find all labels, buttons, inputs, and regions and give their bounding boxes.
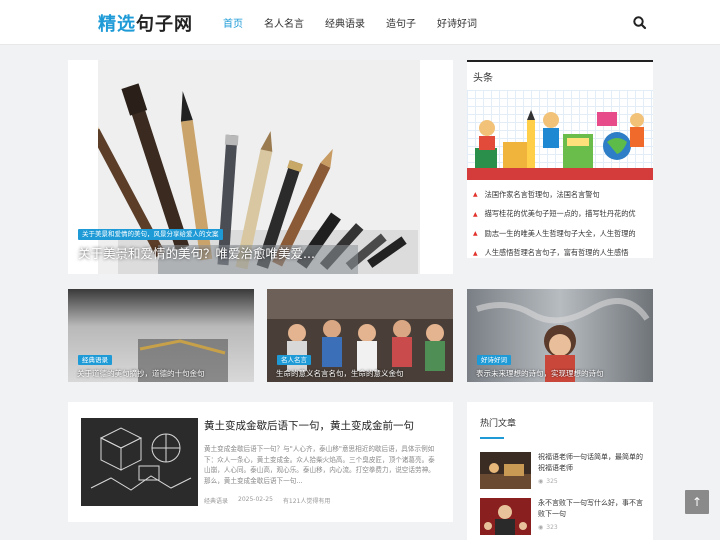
bullet-icon: ▲ bbox=[473, 191, 478, 199]
card-title[interactable]: 生命的意义名言名句，生命的意义金句 bbox=[276, 368, 404, 379]
hot-article-title[interactable]: 祝福语老师一句话简单，最简单的祝福语老师 bbox=[538, 452, 646, 474]
list-item-label: 描写桂花的优美句子短一点的，描写牡丹花的优 bbox=[484, 209, 636, 219]
headlines-widget: 头条 ▲ 法国作家名言哲理句，法国名言警句 ▲ 描写桂花的优美句子短一点的，描写牡丹… bbox=[467, 60, 653, 258]
view-count: ◉ 323 bbox=[538, 524, 558, 531]
hot-article-thumbnail bbox=[480, 498, 531, 535]
search-icon[interactable] bbox=[632, 15, 648, 31]
list-item-label: 人生感悟哲理名言句子，富有哲理的人生感悟 bbox=[484, 248, 629, 258]
list-item[interactable]: ▲ 法国作家名言哲理句，法国名言警句 bbox=[471, 185, 651, 205]
site-logo[interactable]: 精选句子网 bbox=[98, 10, 193, 36]
nav-item-poems[interactable]: 好诗好词 bbox=[437, 15, 477, 30]
feature-card[interactable]: 名人名言 生命的意义名言名句，生命的意义金句 bbox=[267, 289, 453, 382]
card-title[interactable]: 表示未来理想的诗句，实现理想的诗句 bbox=[476, 368, 604, 379]
article-views: 有121人觉得有用 bbox=[282, 498, 331, 505]
hot-article-title[interactable]: 永不言败下一句写什么好，事不言败下一句 bbox=[538, 498, 646, 520]
nav-item-quotes[interactable]: 名人名言 bbox=[264, 15, 304, 30]
nav-item-sentences[interactable]: 造句子 bbox=[386, 15, 416, 30]
logo-text: 句子网 bbox=[136, 14, 193, 35]
hero-image bbox=[83, 60, 420, 274]
article-category[interactable]: 经典语录 bbox=[204, 496, 228, 505]
hero-slide[interactable] bbox=[68, 60, 453, 274]
bullet-icon: ▲ bbox=[473, 230, 478, 238]
nav-item-home[interactable]: 首页 bbox=[223, 15, 243, 30]
card-tag[interactable]: 名人名言 bbox=[277, 355, 311, 365]
list-item[interactable]: ▲ 人生感悟哲理名言句子，富有哲理的人生感悟 bbox=[471, 244, 651, 264]
bullet-icon: ▲ bbox=[473, 249, 478, 257]
list-item-label: 法国作家名言哲理句，法国名言警句 bbox=[484, 189, 600, 199]
hot-articles-title: 热门文章 bbox=[480, 419, 517, 429]
nav-item-classic[interactable]: 经典语录 bbox=[325, 15, 365, 30]
feature-card[interactable]: 好诗好词 表示未来理想的诗句，实现理想的诗句 bbox=[467, 289, 653, 382]
site-header: 精选句子网 首页 名人名言 经典语录 造句子 好诗好词 bbox=[0, 0, 720, 45]
article-meta: 经典语录 2025-02-25 有121人觉得有用 bbox=[204, 496, 340, 505]
logo-accent-text: 精选 bbox=[98, 14, 136, 35]
card-tag[interactable]: 经典语录 bbox=[78, 355, 112, 365]
bullet-icon: ▲ bbox=[473, 210, 478, 218]
card-tag[interactable]: 好诗好词 bbox=[477, 355, 511, 365]
view-count: ◉ 325 bbox=[538, 478, 558, 485]
article-thumbnail[interactable] bbox=[81, 418, 198, 506]
hero-title[interactable]: 关于美景和爱情的美句？唯爱治愈唯美爱... bbox=[78, 243, 315, 262]
article-title[interactable]: 黄土变成金歇后语下一句，黄土变成金前一句 bbox=[204, 419, 444, 433]
headlines-banner-image[interactable] bbox=[467, 90, 653, 180]
hot-articles-widget: 热门文章 祝福语老师一句话简单，最简单的祝福语老师 ◉ 325 永不言败下一句写什… bbox=[467, 402, 653, 540]
back-to-top-button[interactable]: ↑ bbox=[685, 490, 709, 514]
list-item-label: 励志一生的唯美人生哲理句子大全，人生哲理的 bbox=[484, 228, 636, 238]
hot-article-thumbnail bbox=[480, 452, 531, 489]
hot-article-item[interactable]: 祝福语老师一句话简单，最简单的祝福语老师 ◉ 325 bbox=[480, 452, 650, 490]
view-count-value: 323 bbox=[546, 524, 558, 531]
main-nav: 首页 名人名言 经典语录 造句子 好诗好词 bbox=[223, 15, 498, 30]
card-title[interactable]: 关于道德的美句摘抄，道德的十句金句 bbox=[77, 368, 205, 379]
eye-icon: ◉ bbox=[538, 478, 544, 485]
hot-article-item[interactable]: 永不言败下一句写什么好，事不言败下一句 ◉ 323 bbox=[480, 498, 650, 536]
hero-tag[interactable]: 关于美景和爱情的美句，风景分享给爱人的文案 bbox=[78, 229, 223, 240]
title-underline bbox=[480, 437, 504, 439]
headlines-title: 头条 bbox=[473, 73, 493, 84]
feature-card[interactable]: 经典语录 关于道德的美句摘抄，道德的十句金句 bbox=[68, 289, 254, 382]
view-count-value: 325 bbox=[546, 478, 558, 485]
list-item[interactable]: ▲ 励志一生的唯美人生哲理句子大全，人生哲理的 bbox=[471, 224, 651, 244]
article-excerpt: 黄土变成金歇后语下一句？与"人心齐，泰山移"意思相近的歇后语，具体示例如下：众人… bbox=[204, 445, 435, 485]
article-item: 黄土变成金歇后语下一句，黄土变成金前一句 黄土变成金歇后语下一句？与"人心齐，泰… bbox=[68, 402, 453, 522]
article-date: 2025-02-25 bbox=[238, 496, 273, 503]
headlines-list: ▲ 法国作家名言哲理句，法国名言警句 ▲ 描写桂花的优美句子短一点的，描写牡丹花的优… bbox=[471, 185, 651, 263]
eye-icon: ◉ bbox=[538, 524, 544, 531]
list-item[interactable]: ▲ 描写桂花的优美句子短一点的，描写牡丹花的优 bbox=[471, 205, 651, 225]
